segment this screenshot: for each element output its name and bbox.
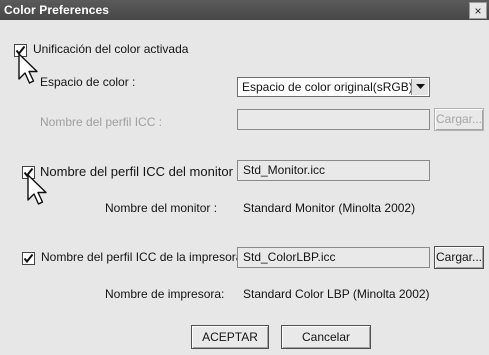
printer-profile-load-button[interactable]: Cargar... — [434, 246, 484, 269]
close-button[interactable]: × — [469, 2, 487, 19]
ok-button[interactable]: ACEPTAR — [191, 325, 269, 349]
window-title: Color Preferences — [4, 3, 110, 17]
mouse-pointer-icon — [18, 53, 38, 84]
color-unification-label[interactable]: Unificación del color activada — [33, 42, 188, 56]
monitor-name-label: Nombre del monitor : — [105, 201, 218, 215]
title-bar[interactable]: Color Preferences × — [0, 0, 489, 20]
color-space-select[interactable]: Espacio de color original(sRGB) — [237, 77, 430, 97]
cancel-button[interactable]: Cancelar — [281, 325, 371, 349]
printer-profile-checkbox[interactable] — [22, 252, 35, 265]
monitor-profile-label[interactable]: Nombre del perfil ICC del monitor : — [40, 164, 240, 179]
printer-profile-field[interactable]: Std_ColorLBP.icc — [237, 247, 430, 268]
mouse-pointer-icon — [27, 174, 47, 205]
color-space-value: Espacio de color original(sRGB) — [242, 80, 413, 94]
icc-profile-load-button[interactable]: Cargar... — [434, 108, 484, 131]
icc-profile-label: Nombre del perfil ICC : — [40, 115, 163, 129]
monitor-profile-field[interactable]: Std_Monitor.icc — [237, 160, 430, 181]
chevron-down-icon[interactable] — [411, 79, 428, 95]
printer-profile-label[interactable]: Nombre del perfil ICC de la impresora — [41, 250, 242, 264]
monitor-name-value: Standard Monitor (Minolta 2002) — [243, 201, 416, 215]
close-icon: × — [474, 3, 482, 18]
color-space-label: Espacio de color : — [40, 75, 136, 89]
printer-name-label: Nombre de impresora: — [105, 287, 225, 301]
color-preferences-dialog: Color Preferences × Unificación del colo… — [0, 0, 489, 355]
icc-profile-input[interactable] — [237, 109, 430, 130]
check-mark-icon — [23, 253, 34, 264]
printer-name-value: Standard Color LBP (Minolta 2002) — [243, 287, 430, 301]
